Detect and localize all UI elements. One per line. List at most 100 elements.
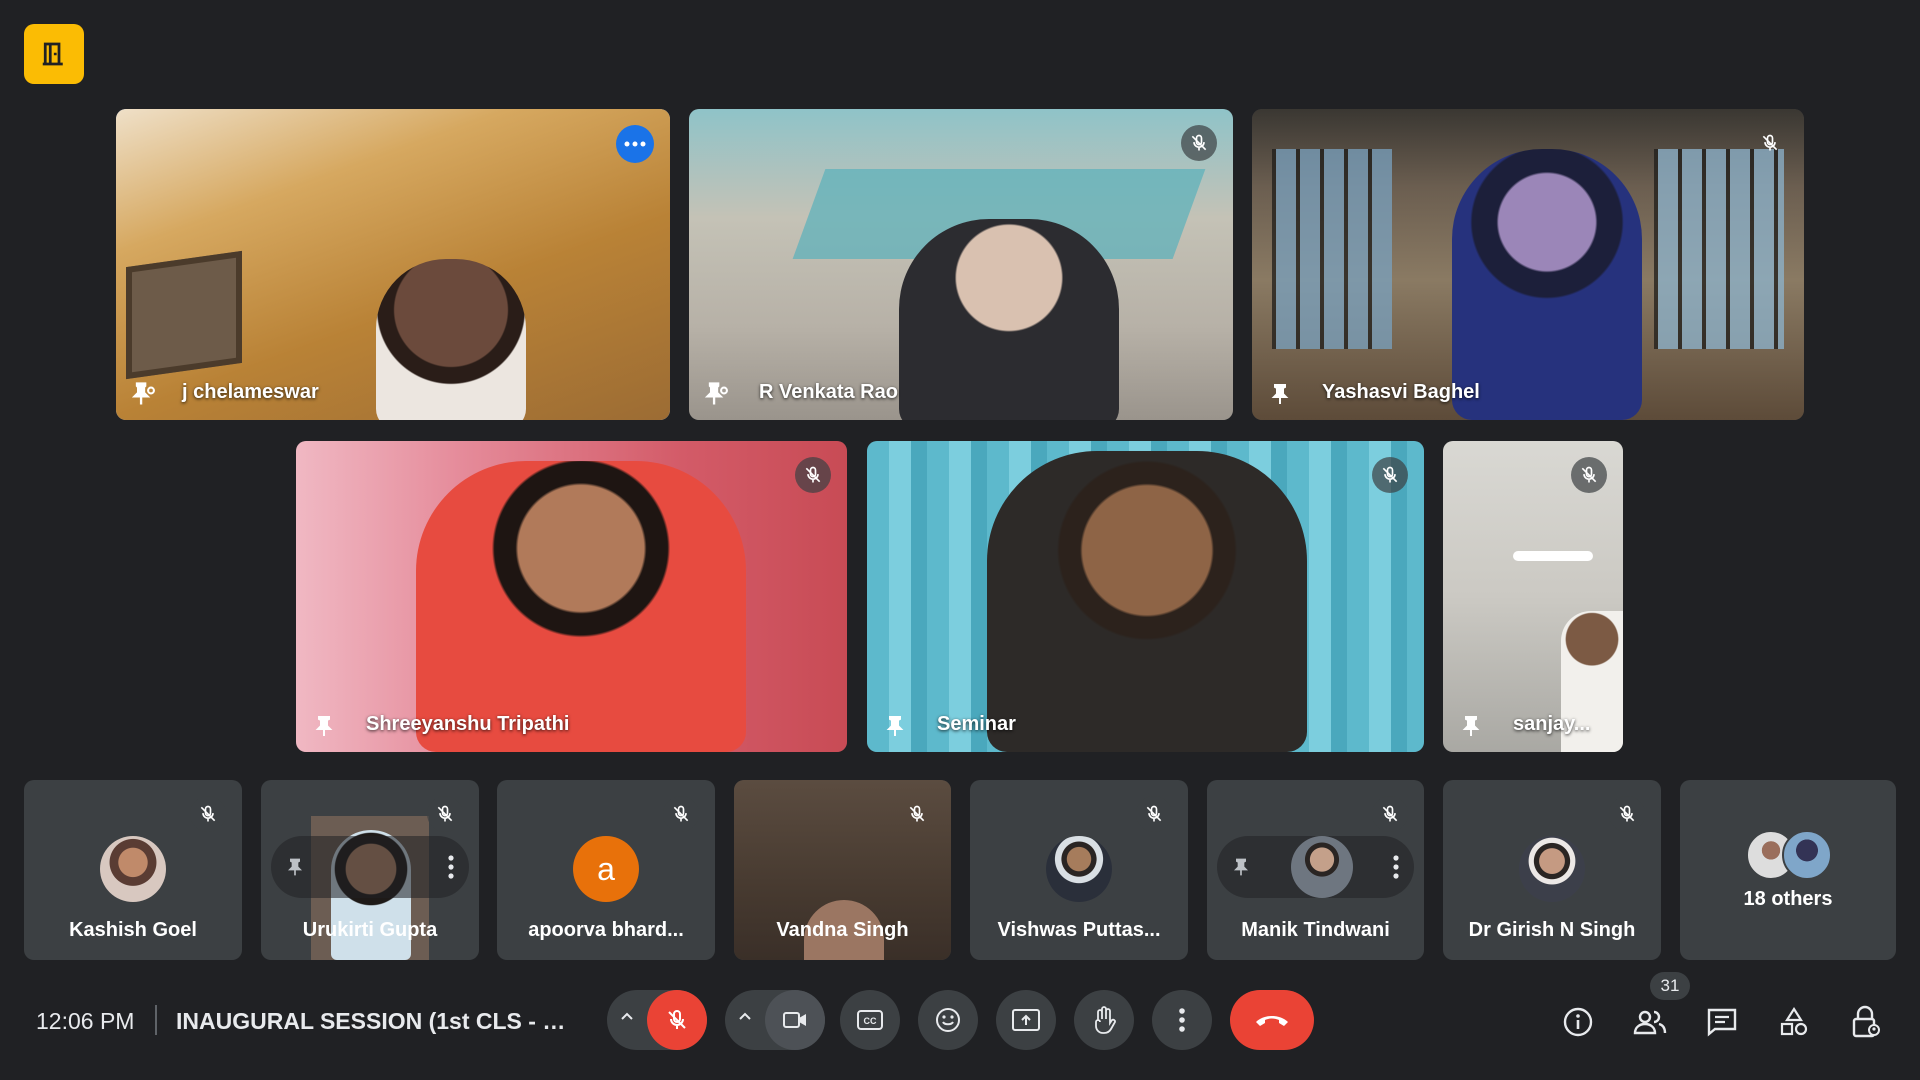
- more-vert-icon: [1179, 1008, 1185, 1032]
- pin-button[interactable]: [881, 710, 909, 742]
- mic-off-icon: [1146, 805, 1162, 822]
- participant-name: Urukirti Gupta: [302, 919, 438, 941]
- participant-tile[interactable]: Yashasvi Baghel: [1252, 109, 1804, 420]
- info-icon: [1563, 1007, 1593, 1037]
- leave-call-button[interactable]: [1230, 990, 1314, 1050]
- meeting-details-button[interactable]: [1556, 1000, 1600, 1044]
- mic-off-icon: [805, 466, 821, 483]
- participant-name: Seminar: [937, 713, 1016, 735]
- muted-indicator: [899, 796, 935, 832]
- people-icon: [1633, 1010, 1667, 1035]
- videocam-icon: [783, 1012, 806, 1028]
- mic-control-group: [607, 990, 707, 1050]
- ceiling-light: [1513, 551, 1593, 561]
- avatar: [1782, 830, 1832, 880]
- emoji-icon: [936, 1008, 960, 1032]
- participant-tile[interactable]: Dr Girish N Singh: [1443, 780, 1661, 960]
- mic-off-icon: [1619, 805, 1635, 822]
- participant-tile[interactable]: R Venkata Rao: [689, 109, 1233, 420]
- participant-tile[interactable]: Vandna Singh: [734, 780, 951, 960]
- mic-off-icon: [668, 1009, 686, 1029]
- divider: [155, 1005, 157, 1035]
- avatar: [100, 836, 166, 902]
- participant-tile[interactable]: j chelameswar: [116, 109, 670, 420]
- participant-name: Dr Girish N Singh: [1468, 919, 1636, 941]
- lock-person-icon: [1852, 1005, 1880, 1038]
- reactions-button[interactable]: [918, 990, 978, 1050]
- pin-button[interactable]: [1457, 710, 1485, 742]
- others-tile[interactable]: 18 others: [1680, 780, 1896, 960]
- window-grid: [1272, 149, 1392, 349]
- raise-hand-button[interactable]: [1074, 990, 1134, 1050]
- mic-off-icon: [200, 805, 216, 822]
- muted-indicator: [1372, 457, 1408, 493]
- window-grid: [1654, 149, 1784, 349]
- pin-icon[interactable]: [1231, 854, 1251, 880]
- clock: 12:06 PM: [36, 1008, 135, 1034]
- muted-indicator: [427, 796, 463, 832]
- chevron-up-icon: [621, 1012, 633, 1020]
- door-icon: [42, 42, 63, 66]
- pin-button[interactable]: [310, 710, 338, 742]
- participant-figure: [987, 451, 1307, 752]
- participant-figure: [1452, 149, 1642, 420]
- participant-tile[interactable]: a apoorva bhard...: [497, 780, 715, 960]
- activities-button[interactable]: [1772, 1000, 1816, 1044]
- muted-indicator: [1571, 457, 1607, 493]
- participant-tile[interactable]: Manik Tindwani: [1207, 780, 1424, 960]
- participant-tile[interactable]: Kashish Goel: [24, 780, 242, 960]
- hand-icon: [1095, 1006, 1116, 1034]
- pin-icon: [315, 716, 333, 736]
- people-button[interactable]: [1628, 1000, 1672, 1044]
- mic-off-icon: [1762, 134, 1778, 151]
- participant-tile[interactable]: Seminar: [867, 441, 1424, 752]
- participant-name: apoorva bhard...: [528, 919, 684, 941]
- pin-button[interactable]: [703, 378, 731, 410]
- participant-tile[interactable]: Vishwas Puttas...: [970, 780, 1188, 960]
- mic-options-button[interactable]: [619, 1008, 635, 1029]
- muted-indicator: [1136, 796, 1172, 832]
- pin-voice-icon: [704, 382, 728, 405]
- participant-tile[interactable]: Shreeyanshu Tripathi: [296, 441, 847, 752]
- mic-toggle-button[interactable]: [647, 990, 707, 1050]
- mic-off-icon: [1382, 466, 1398, 483]
- pin-icon[interactable]: [285, 854, 305, 880]
- muted-indicator: [1752, 125, 1788, 161]
- more-options-button[interactable]: [1152, 990, 1212, 1050]
- muted-indicator: [1609, 796, 1645, 832]
- wall-painting: [126, 250, 242, 380]
- tile-hover-controls: [1217, 836, 1414, 898]
- others-label: 18 others: [1743, 888, 1833, 910]
- participant-tile[interactable]: sanjay...: [1443, 441, 1623, 752]
- call-end-icon: [1256, 1016, 1288, 1026]
- participant-figure: [899, 219, 1119, 420]
- activities-logo-button[interactable]: [24, 24, 84, 84]
- participant-figure: [416, 461, 746, 752]
- pin-icon: [1462, 716, 1480, 736]
- camera-toggle-button[interactable]: [765, 990, 825, 1050]
- participant-tile[interactable]: Urukirti Gupta: [261, 780, 479, 960]
- muted-indicator: [1372, 796, 1408, 832]
- captions-button[interactable]: CC: [840, 990, 900, 1050]
- mic-off-icon: [1382, 805, 1398, 822]
- participant-name: Shreeyanshu Tripathi: [366, 713, 570, 735]
- pin-button[interactable]: [130, 378, 158, 410]
- host-controls-button[interactable]: [1844, 1000, 1888, 1044]
- more-vert-icon[interactable]: [447, 854, 455, 880]
- closed-captions-icon: CC: [857, 1010, 883, 1030]
- chat-button[interactable]: [1700, 1000, 1744, 1044]
- participant-name: Vandna Singh: [776, 919, 909, 941]
- mic-off-icon: [909, 805, 925, 822]
- muted-indicator: [190, 796, 226, 832]
- mic-off-icon: [437, 805, 453, 822]
- more-options-button[interactable]: [616, 125, 654, 163]
- avatar: a: [573, 836, 639, 902]
- participant-name: sanjay...: [1513, 713, 1591, 735]
- more-vert-icon[interactable]: [1392, 854, 1400, 880]
- present-screen-button[interactable]: [996, 990, 1056, 1050]
- pin-icon: [1271, 384, 1289, 404]
- camera-options-button[interactable]: [737, 1008, 753, 1029]
- participant-count-badge: 31: [1650, 972, 1690, 1000]
- pin-button[interactable]: [1266, 378, 1294, 410]
- participant-name: Yashasvi Baghel: [1322, 381, 1480, 403]
